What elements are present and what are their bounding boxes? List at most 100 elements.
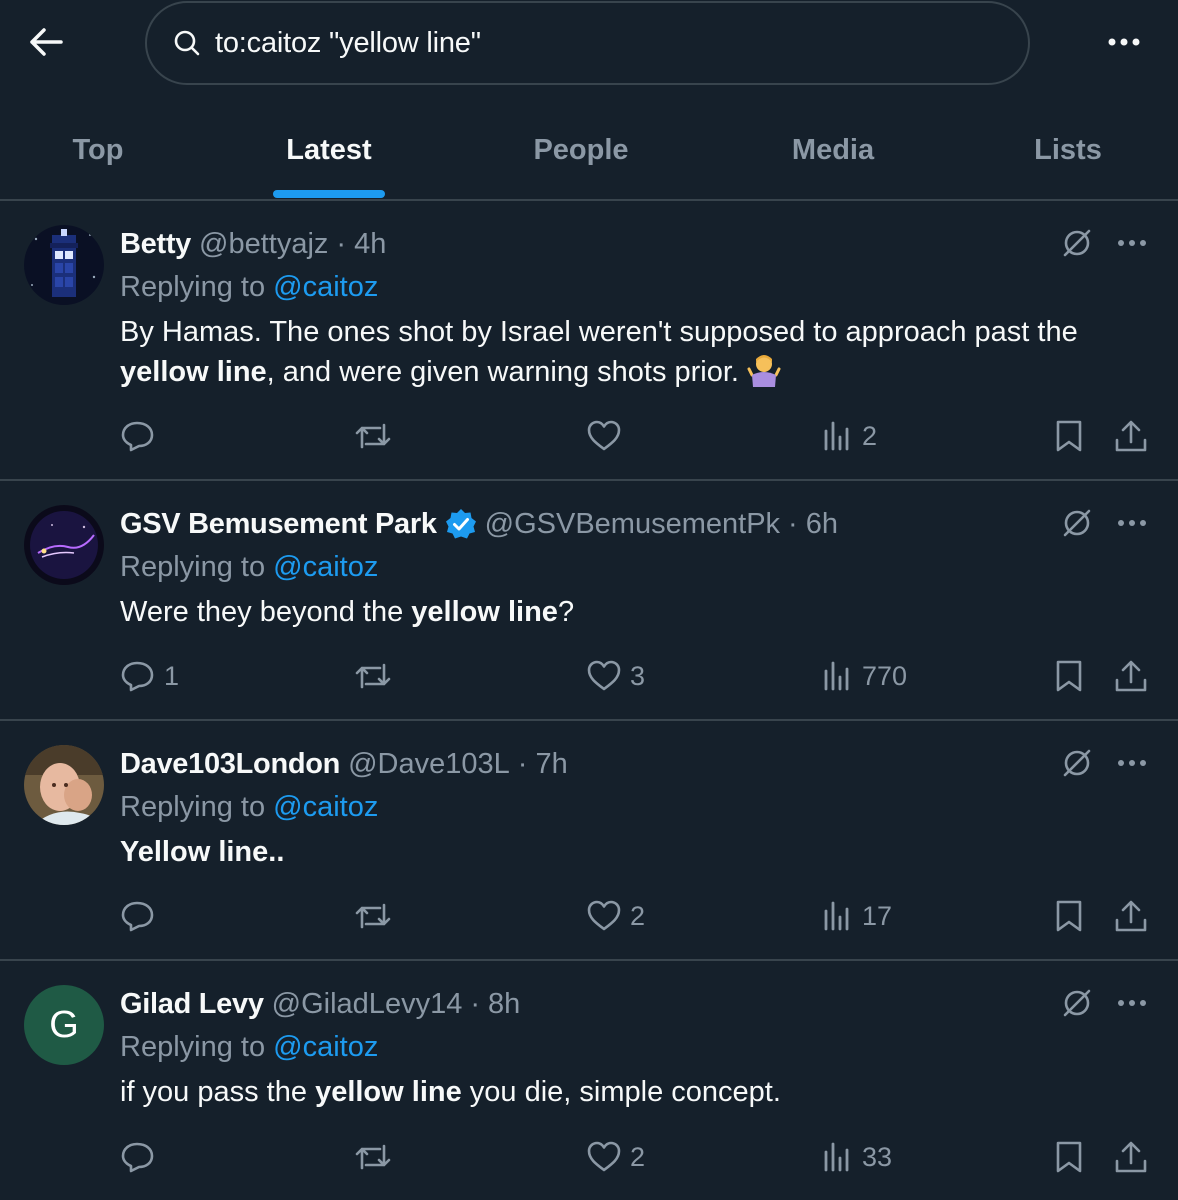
replying-to-label: Replying to — [120, 791, 266, 823]
analytics-icon — [824, 661, 849, 691]
share-button[interactable] — [1113, 414, 1149, 458]
tweet[interactable]: GSV Bemusement Park @GSVBemusementPk · 6… — [0, 481, 1178, 719]
views-button[interactable]: 33 — [820, 1135, 892, 1179]
share-button[interactable] — [1113, 1135, 1149, 1179]
grok-icon[interactable] — [1058, 223, 1096, 263]
heart-icon — [587, 1141, 621, 1172]
back-arrow-icon — [30, 28, 63, 56]
more-horizontal-icon — [1108, 38, 1140, 46]
text-highlight: yellow line — [315, 1076, 462, 1108]
avatar[interactable] — [24, 745, 104, 825]
more-icon[interactable] — [1110, 503, 1154, 543]
more-icon[interactable] — [1110, 223, 1154, 263]
person-shrugging-emoji-icon — [747, 353, 781, 398]
replying-to: Replying to @caitoz — [120, 271, 378, 304]
repost-icon — [355, 1144, 391, 1170]
repost-button[interactable] — [354, 414, 400, 458]
bookmark-button[interactable] — [1052, 414, 1086, 458]
user-handle[interactable]: @Dave103L — [348, 748, 510, 781]
timestamp[interactable]: · 7h — [518, 748, 568, 781]
timestamp[interactable]: · 6h — [788, 508, 838, 541]
bookmark-button[interactable] — [1052, 1135, 1086, 1179]
replying-to-mention[interactable]: @caitoz — [273, 271, 378, 303]
text-highlight: Yellow line.. — [120, 836, 285, 868]
view-count: 17 — [862, 900, 893, 931]
tab-top[interactable]: Top — [0, 100, 196, 200]
avatar[interactable] — [24, 505, 104, 585]
like-button[interactable]: 3 — [586, 654, 645, 698]
avatar[interactable] — [24, 225, 104, 305]
search-tabs: Top Latest People Media Lists — [0, 100, 1178, 200]
text-segment: you die, simple concept. — [461, 1076, 781, 1108]
tab-people[interactable]: People — [481, 100, 681, 200]
replying-to-mention[interactable]: @caitoz — [273, 551, 378, 583]
text-segment: ? — [557, 596, 575, 628]
like-count: 3 — [630, 660, 646, 691]
reply-button[interactable] — [120, 1135, 164, 1179]
reply-icon — [121, 661, 154, 692]
display-name[interactable]: GSV Bemusement Park — [120, 508, 437, 541]
tweet-header: Betty @bettyajz · 4h — [120, 224, 386, 264]
reply-button[interactable] — [120, 414, 164, 458]
reply-button[interactable] — [120, 894, 164, 938]
bookmark-icon — [1056, 1141, 1082, 1173]
views-button[interactable]: 17 — [820, 894, 892, 938]
timestamp[interactable]: · 4h — [336, 228, 386, 261]
tab-media[interactable]: Media — [733, 100, 933, 200]
display-name[interactable]: Betty — [120, 228, 191, 261]
repost-button[interactable] — [354, 654, 400, 698]
tweet-text: By Hamas. The ones shot by Israel weren'… — [120, 312, 1150, 398]
like-button[interactable]: 2 — [586, 1135, 645, 1179]
avatar[interactable]: G — [24, 985, 104, 1065]
replying-to-mention[interactable]: @caitoz — [273, 791, 378, 823]
replying-to-mention[interactable]: @caitoz — [273, 1031, 378, 1063]
tweet[interactable]: Betty @bettyajz · 4h Replying to @caitoz… — [0, 201, 1178, 479]
repost-icon — [355, 663, 391, 689]
grok-icon[interactable] — [1058, 503, 1096, 543]
verified-badge-icon — [445, 508, 477, 540]
more-icon[interactable] — [1110, 743, 1154, 783]
timestamp[interactable]: · 8h — [470, 988, 520, 1021]
share-button[interactable] — [1113, 654, 1149, 698]
replying-to-label: Replying to — [120, 1031, 266, 1063]
more-options-button[interactable] — [1100, 20, 1148, 64]
share-button[interactable] — [1113, 894, 1149, 938]
bookmark-icon — [1056, 900, 1082, 932]
back-button[interactable] — [24, 20, 68, 64]
tweet[interactable]: G Gilad Levy @GiladLevy14 · 8h Replying … — [0, 961, 1178, 1200]
display-name[interactable]: Dave103London — [120, 748, 340, 781]
text-segment: Were they beyond the — [120, 596, 412, 628]
tab-lists[interactable]: Lists — [968, 100, 1168, 200]
view-count: 33 — [862, 1141, 893, 1172]
display-name[interactable]: Gilad Levy — [120, 988, 264, 1021]
repost-button[interactable] — [354, 1135, 400, 1179]
grok-icon[interactable] — [1058, 743, 1096, 783]
tab-latest[interactable]: Latest — [229, 100, 429, 200]
user-handle[interactable]: @bettyajz — [199, 228, 328, 261]
heart-icon — [587, 900, 621, 931]
tweet-text: Were they beyond the yellow line? — [120, 592, 1150, 632]
search-input[interactable]: to:caitoz "yellow line" — [145, 1, 1030, 85]
analytics-icon — [824, 901, 849, 931]
views-button[interactable]: 2 — [820, 414, 877, 458]
search-query: to:caitoz "yellow line" — [215, 26, 481, 59]
user-handle[interactable]: @GiladLevy14 — [272, 988, 463, 1021]
bookmark-button[interactable] — [1052, 894, 1086, 938]
replying-to: Replying to @caitoz — [120, 551, 378, 584]
bookmark-button[interactable] — [1052, 654, 1086, 698]
bookmark-icon — [1056, 420, 1082, 452]
like-button[interactable] — [586, 414, 630, 458]
repost-button[interactable] — [354, 894, 400, 938]
views-button[interactable]: 770 — [820, 654, 907, 698]
tweet-header: Gilad Levy @GiladLevy14 · 8h — [120, 984, 520, 1024]
heart-icon — [587, 660, 621, 691]
reply-count: 1 — [164, 660, 180, 691]
tweet[interactable]: Dave103London @Dave103L · 7h Replying to… — [0, 721, 1178, 959]
like-count: 2 — [630, 900, 646, 931]
reply-button[interactable]: 1 — [120, 654, 179, 698]
grok-icon[interactable] — [1058, 983, 1096, 1023]
like-button[interactable]: 2 — [586, 894, 645, 938]
more-icon[interactable] — [1110, 983, 1154, 1023]
replying-to-label: Replying to — [120, 551, 266, 583]
user-handle[interactable]: @GSVBemusementPk — [485, 508, 780, 541]
